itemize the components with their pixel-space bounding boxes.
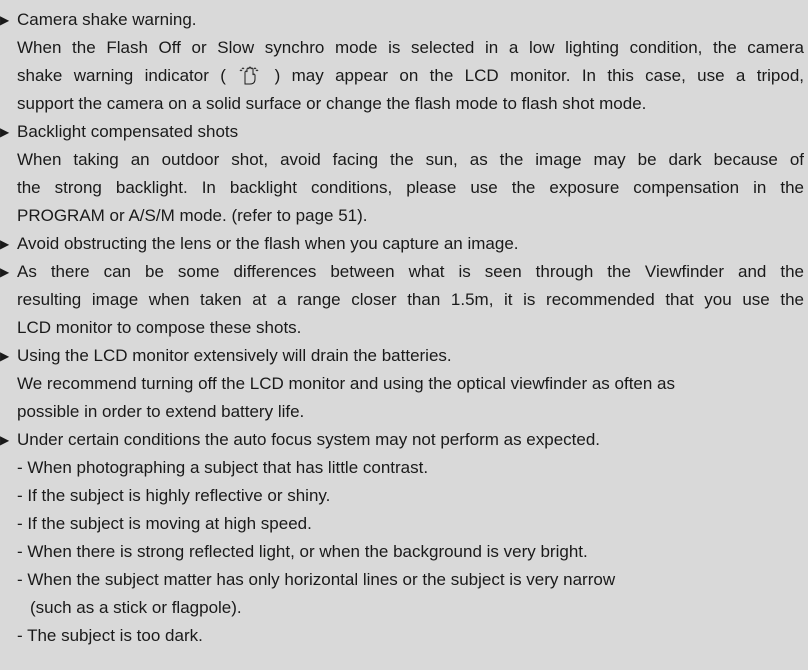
sub-list-item: - If the subject is moving at high speed…: [17, 514, 312, 533]
bullet-camera-shake: ▶ Camera shake warning.: [0, 8, 808, 32]
bullet-heading: Under certain conditions the auto focus …: [17, 430, 601, 449]
bullet-arrow-icon: ▶: [0, 237, 10, 251]
manual-page: ▶ Camera shake warning. When the Flash Of…: [0, 0, 808, 670]
bullet-arrow-icon: ▶: [0, 125, 10, 139]
bullet-heading: Backlight compensated shots: [17, 122, 239, 141]
sub-list-item: - When photographing a subject that has …: [17, 458, 429, 477]
bullet-arrow-icon: ▶: [0, 265, 10, 279]
sub-list-item: - If the subject is highly reflective or…: [17, 486, 331, 505]
bullet-heading: Avoid obstructing the lens or the flash …: [17, 234, 519, 253]
body-line: PROGRAM or A/S/M mode. (refer to page 51…: [17, 206, 368, 225]
sub-list-item: - When there is strong reflected light, …: [17, 542, 588, 561]
bullet-heading: As there can be some differences between…: [17, 262, 804, 281]
sub-list-item: - The subject is too dark.: [17, 626, 203, 645]
body-line: shake warning indicator ( ) may appear o…: [17, 66, 804, 85]
body-line: the strong backlight. In backlight condi…: [17, 178, 804, 197]
camera-shake-hand-icon: [239, 66, 259, 85]
bullet-arrow-icon: ▶: [0, 349, 10, 363]
body-line: support the camera on a solid surface or…: [17, 94, 647, 113]
bullet-avoid-obstructing: ▶ Avoid obstructing the lens or the flash…: [0, 232, 808, 256]
body-line: LCD monitor to compose these shots.: [17, 318, 302, 337]
bullet-heading: Camera shake warning.: [17, 10, 197, 29]
body-line: resulting image when taken at a range cl…: [17, 290, 804, 309]
bullet-auto-focus: ▶ Under certain conditions the auto focus…: [0, 428, 808, 452]
body-line: When the Flash Off or Slow synchro mode …: [17, 38, 804, 57]
bullet-lcd-battery: ▶ Using the LCD monitor extensively will …: [0, 344, 808, 368]
bullet-arrow-icon: ▶: [0, 433, 10, 447]
body-line: possible in order to extend battery life…: [17, 402, 305, 421]
bullet-heading: Using the LCD monitor extensively will d…: [17, 346, 452, 365]
sub-list-item: - When the subject matter has only horiz…: [17, 570, 616, 589]
bullet-viewfinder: ▶ As there can be some differences betwee…: [0, 260, 804, 284]
body-line: We recommend turning off the LCD monitor…: [17, 374, 676, 393]
bullet-arrow-icon: ▶: [0, 13, 10, 27]
sub-list-item-continuation: (such as a stick or flagpole).: [30, 598, 242, 617]
body-line: When taking an outdoor shot, avoid facin…: [17, 150, 804, 169]
bullet-backlight: ▶ Backlight compensated shots: [0, 120, 808, 144]
